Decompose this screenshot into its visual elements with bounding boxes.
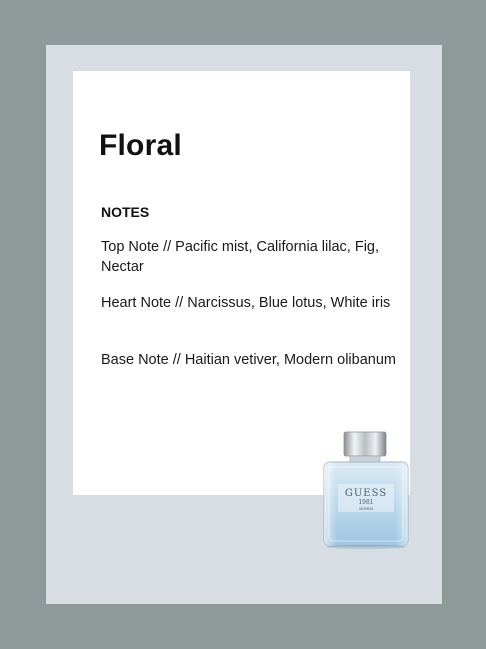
bottle-subtitle-text: WOMEN: [359, 507, 373, 511]
bottle-brand-text: GUESS: [345, 488, 387, 499]
notes-heading: NOTES: [101, 204, 150, 220]
top-note: Top Note // Pacific mist, California lil…: [101, 239, 380, 275]
bottle-year-text: 1981: [358, 499, 373, 506]
base-note: Base Note // Haitian vetiver, Modern oli…: [101, 352, 396, 368]
perfume-bottle-image: GUESS 1981 WOMEN: [323, 431, 409, 549]
heart-note: Heart Note // Narcissus, Blue lotus, Whi…: [101, 295, 391, 311]
fragrance-family-title: Floral: [99, 129, 182, 162]
